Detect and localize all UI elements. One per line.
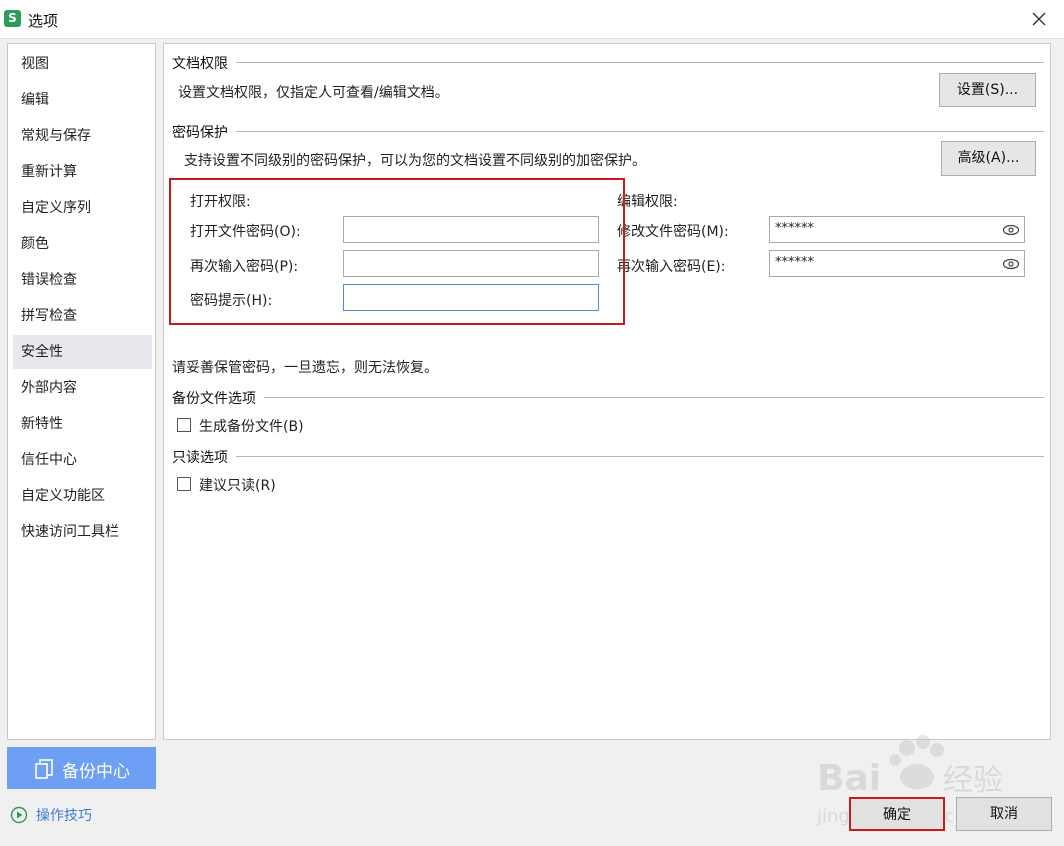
section-divider [236,131,1044,132]
edit-password-confirm-label: 再次输入密码(E): [617,259,726,275]
sidebar-item-quick-access-toolbar[interactable]: 快速访问工具栏 [8,515,155,549]
backup-center-button[interactable]: 备份中心 [7,747,156,789]
section-divider [236,456,1044,457]
window-title: 选项 [28,12,59,30]
highlight-box [169,178,625,325]
backup-center-label: 备份中心 [62,762,130,782]
settings-panel: 文档权限 设置文档权限，仅指定人可查看/编辑文档。 设置(S)... 密码保护 … [163,43,1051,740]
cancel-button[interactable]: 取消 [956,797,1052,831]
readonly-checkbox[interactable] [177,477,191,491]
password-warning: 请妥善保管密码，一旦遗忘，则无法恢复。 [172,360,438,376]
sidebar-item-view[interactable]: 视图 [8,47,155,81]
edit-password-label: 修改文件密码(M): [617,224,729,240]
eye-icon[interactable] [1002,222,1020,246]
edit-password-value: ****** [775,221,814,236]
sidebar-item-color[interactable]: 颜色 [8,227,155,261]
sidebar-item-general-save[interactable]: 常规与保存 [8,119,155,153]
sidebar-item-edit[interactable]: 编辑 [8,83,155,117]
backup-file-label[interactable]: 生成备份文件(B) [199,416,304,436]
readonly-label[interactable]: 建议只读(R) [199,475,276,495]
edit-permission-heading: 编辑权限: [617,194,678,210]
doc-permission-settings-button[interactable]: 设置(S)... [939,73,1036,107]
edit-password-confirm-value: ****** [775,255,814,270]
backup-options-title: 备份文件选项 [172,391,256,407]
section-divider [264,397,1044,398]
backup-file-checkbox[interactable] [177,418,191,432]
edit-password-input[interactable]: ****** [769,216,1025,243]
sidebar-item-new-features[interactable]: 新特性 [8,407,155,441]
close-icon [1032,12,1046,26]
doc-permission-description: 设置文档权限，仅指定人可查看/编辑文档。 [178,85,449,101]
password-protection-title: 密码保护 [172,125,228,141]
tips-label: 操作技巧 [36,808,92,824]
sidebar-item-security[interactable]: 安全性 [13,335,152,369]
doc-permission-title: 文档权限 [172,56,228,72]
section-divider [236,62,1044,63]
advanced-button[interactable]: 高级(A)... [941,141,1036,176]
svg-text:经验: 经验 [943,763,1003,798]
sidebar-item-error-check[interactable]: 错误检查 [8,263,155,297]
eye-icon[interactable] [1002,256,1020,280]
backup-icon [35,759,53,784]
sidebar-item-spell-check[interactable]: 拼写检查 [8,299,155,333]
play-circle-icon [10,806,28,828]
sidebar: 视图 编辑 常规与保存 重新计算 自定义序列 颜色 错误检查 拼写检查 安全性 … [7,43,156,740]
app-logo-icon: S [4,10,21,27]
readonly-options-title: 只读选项 [172,450,228,466]
password-protection-description: 支持设置不同级别的密码保护，可以为您的文档设置不同级别的加密保护。 [184,153,646,169]
svg-text:Bai: Bai [817,758,881,799]
sidebar-item-customize-ribbon[interactable]: 自定义功能区 [8,479,155,513]
ok-button[interactable]: 确定 [849,797,945,831]
sidebar-item-trust-center[interactable]: 信任中心 [8,443,155,477]
close-button[interactable] [1028,8,1050,30]
sidebar-item-custom-lists[interactable]: 自定义序列 [8,191,155,225]
sidebar-item-external-content[interactable]: 外部内容 [8,371,155,405]
edit-password-confirm-input[interactable]: ****** [769,250,1025,277]
sidebar-item-recalculate[interactable]: 重新计算 [8,155,155,189]
title-bar: S 选项 [0,0,1064,39]
